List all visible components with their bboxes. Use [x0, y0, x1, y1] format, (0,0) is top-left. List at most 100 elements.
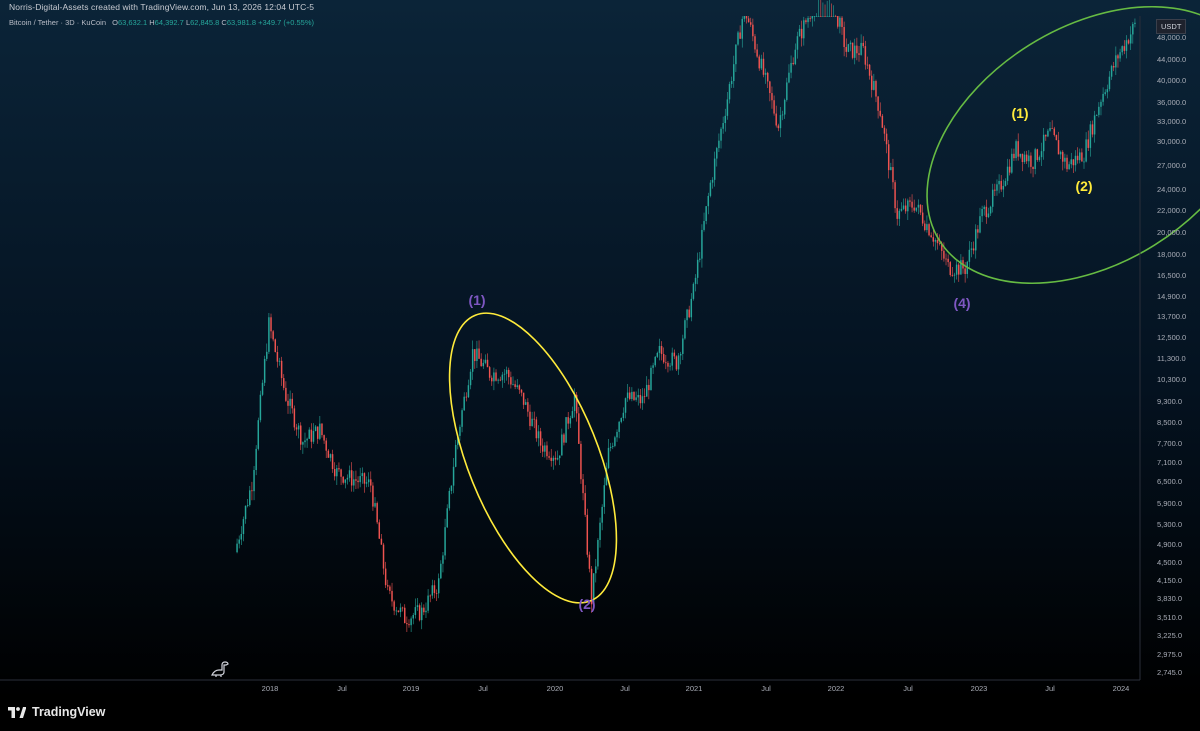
candle-body — [915, 207, 918, 211]
candle-body — [518, 385, 521, 390]
price-tick-label: 20,000.0 — [1157, 228, 1187, 237]
candle-body — [943, 250, 945, 259]
tradingview-logo[interactable]: TradingView — [8, 705, 105, 719]
candle-body — [1030, 155, 1032, 167]
candle-body — [652, 365, 654, 368]
candle-body — [569, 418, 572, 424]
candle-body — [541, 445, 544, 452]
ohlc-legend: Bitcoin / Tether · 3D · KuCoin O63,632.1… — [9, 18, 314, 27]
candle-body — [917, 204, 920, 208]
candle-body — [926, 224, 928, 231]
candle-body — [851, 42, 854, 58]
candle-body — [629, 392, 631, 399]
candle-body — [883, 127, 886, 134]
time-tick-label: Jul — [337, 684, 347, 693]
candle-body — [1066, 157, 1068, 170]
candle-body — [1049, 127, 1051, 131]
candle-body — [873, 81, 875, 90]
candle-body — [561, 434, 563, 456]
tradingview-logo-icon — [8, 706, 26, 718]
candle-body — [887, 144, 890, 171]
symbol-label[interactable]: Bitcoin / Tether · 3D · KuCoin — [9, 18, 106, 27]
candle-body — [612, 445, 614, 447]
candle-body — [764, 72, 767, 75]
candle-body — [1081, 152, 1083, 162]
candle-body — [974, 229, 977, 251]
candle-body — [350, 470, 353, 486]
candle-body — [595, 566, 597, 574]
candle-body — [495, 372, 497, 381]
candle-body — [868, 64, 871, 76]
candle-body — [1051, 127, 1053, 129]
candle-body — [996, 184, 998, 191]
candle-body — [448, 490, 451, 509]
candle-body — [1112, 66, 1115, 68]
candle-body — [435, 592, 438, 594]
tradingview-logo-text: TradingView — [32, 705, 106, 719]
candle-body — [365, 482, 368, 484]
candle-body — [1059, 151, 1062, 155]
candle-body — [837, 16, 839, 27]
candle-body — [414, 607, 417, 615]
candle-body — [571, 411, 574, 419]
candle-body — [845, 47, 848, 52]
candle-body — [790, 62, 792, 73]
candle-body — [769, 81, 771, 94]
candle-body — [800, 28, 803, 39]
candle-body — [503, 373, 506, 375]
price-tick-label: 8,500.0 — [1157, 418, 1183, 427]
price-tick-label: 10,300.0 — [1157, 375, 1187, 384]
candle-body — [866, 64, 869, 66]
candle-body — [259, 394, 262, 421]
candle-body — [433, 585, 436, 593]
change-value: +349.7 (+0.55%) — [258, 18, 315, 27]
candle-body — [408, 624, 410, 626]
currency-badge[interactable]: USDT — [1156, 19, 1187, 34]
candle-body — [879, 110, 881, 116]
close-value: 63,981.8 — [226, 18, 257, 27]
candle-body — [951, 274, 954, 276]
candle-body — [938, 243, 941, 244]
candle-body — [1002, 185, 1005, 190]
candle-body — [418, 605, 421, 621]
candle-body — [805, 20, 807, 23]
candle-body — [420, 607, 423, 621]
price-tick-label: 12,500.0 — [1157, 333, 1187, 342]
candle-body — [622, 412, 625, 419]
candle-body — [584, 493, 586, 515]
candle-body — [662, 354, 665, 363]
candle-body — [733, 64, 735, 82]
price-tick-label: 16,500.0 — [1157, 271, 1187, 280]
candle-body — [860, 42, 862, 55]
candle-body — [713, 158, 716, 180]
candle-body — [1093, 115, 1096, 135]
candle-body — [548, 456, 550, 458]
wave-label: (2) — [1075, 178, 1093, 194]
candle-body — [828, 16, 831, 17]
candle-body — [423, 607, 425, 613]
candle-body — [792, 62, 794, 65]
candle-body — [531, 418, 533, 427]
price-tick-label: 22,000.0 — [1157, 206, 1187, 215]
candle-body — [904, 205, 907, 212]
candle-body — [771, 93, 773, 101]
candle-body — [440, 563, 442, 579]
candle-body — [762, 58, 765, 75]
candle-body — [745, 16, 748, 19]
wave-label: (4) — [953, 295, 971, 311]
chart-attribution: Norris-Digital-Assets created with Tradi… — [9, 2, 315, 12]
candle-body — [376, 503, 378, 523]
candle-body — [444, 527, 446, 556]
candle-body — [308, 429, 310, 439]
candle-body — [1017, 141, 1019, 157]
candle-body — [705, 206, 707, 222]
candle-body — [272, 331, 274, 340]
candle-body — [635, 397, 637, 400]
candle-body — [488, 367, 491, 378]
candle-body — [803, 20, 805, 39]
candle-body — [1055, 135, 1058, 141]
candle-body — [1132, 24, 1134, 35]
candle-body — [1053, 128, 1056, 136]
candle-body — [898, 210, 901, 219]
candle-body — [304, 440, 306, 443]
